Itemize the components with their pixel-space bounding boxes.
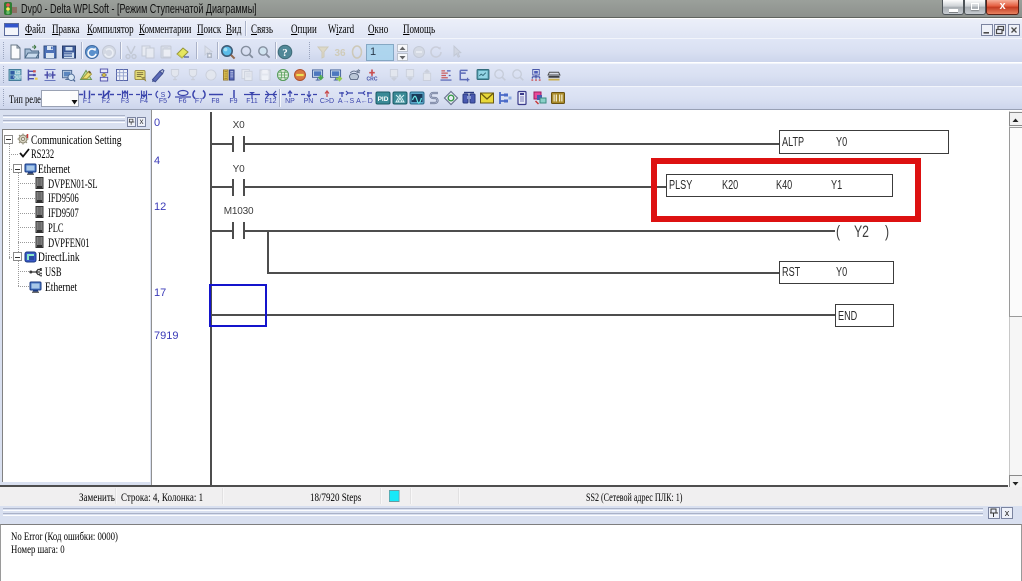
svg-text:PID: PID [378,96,389,103]
svg-text:CRC: CRC [366,77,377,83]
svg-text:36: 36 [334,48,346,59]
svg-text:?: ? [282,47,288,59]
svg-text:OUT: OUT [13,75,22,80]
